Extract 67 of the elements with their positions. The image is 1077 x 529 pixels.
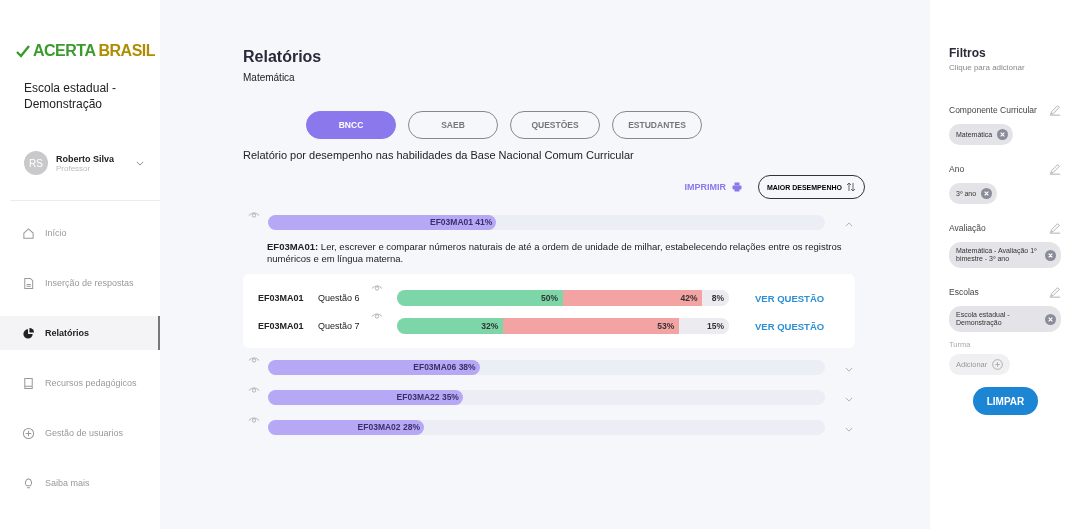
chevron-icon[interactable] (845, 222, 853, 227)
question-label: Questão 6 (318, 293, 361, 303)
filters-hint: Clique para adicionar (949, 63, 1026, 72)
sort-icon (846, 182, 856, 192)
question-label: Questão 7 (318, 321, 361, 331)
remove-icon[interactable] (997, 129, 1009, 140)
tab[interactable]: BNCC (306, 111, 396, 139)
chevron-icon[interactable] (845, 397, 853, 402)
filter-label: Componente Curricular (949, 105, 1037, 115)
edit-icon[interactable] (1049, 163, 1061, 175)
remove-icon[interactable] (1045, 313, 1056, 325)
skill-description: EF03MA01: Ler, escrever e comparar números naturais de até a ordem de unidade de milhar, estabelecendo relações entre os registros numéricos e em língua materna. (267, 241, 843, 265)
chevron-icon[interactable] (136, 160, 144, 166)
document-icon (22, 276, 35, 290)
page-subtitle: Matemática (243, 72, 295, 83)
result-segment: 50% (397, 290, 563, 306)
eye-icon[interactable] (248, 356, 260, 364)
filter-label: Avaliação (949, 223, 986, 233)
edit-icon[interactable] (1049, 222, 1061, 234)
nav-item[interactable]: Recursos pedagógicos (0, 366, 160, 400)
report-description: Relatório por desempenho nas habilidades da Base Nacional Comum Curricular (243, 149, 634, 161)
printer-icon (731, 182, 742, 192)
remove-icon[interactable] (1045, 249, 1056, 261)
eye-icon[interactable] (248, 211, 260, 219)
book-icon (22, 376, 35, 390)
edit-icon[interactable] (1049, 286, 1061, 298)
skill-bar[interactable]: EF03MA01 41% (268, 214, 497, 230)
nav-item[interactable]: Gestão de usuarios (0, 416, 160, 450)
home-icon (22, 226, 35, 240)
remove-icon[interactable] (981, 188, 993, 199)
page-title: Relatórios (243, 48, 323, 66)
nav-item[interactable]: Relatórios (0, 316, 160, 350)
result-segment: 53% (503, 318, 680, 334)
nav-item[interactable]: Início (0, 216, 160, 250)
filter-label: Escolas (949, 287, 979, 297)
pie-chart-icon (22, 326, 35, 340)
result-segment: 32% (397, 318, 504, 334)
filter-label: Ano (949, 164, 965, 174)
print-button[interactable]: IMPRIMIR (678, 181, 748, 193)
filters-title: Filtros (949, 46, 987, 60)
view-question-link[interactable]: VER QUESTÃO (755, 292, 825, 304)
logo-check-icon (16, 44, 30, 58)
question-code: EF03MA01 (258, 293, 305, 303)
nav-item[interactable]: Inserção de respostas (0, 266, 160, 300)
logo-text: ACERTA (33, 42, 96, 60)
view-question-link[interactable]: VER QUESTÃO (755, 320, 825, 332)
logo-text: BRASIL (98, 42, 156, 60)
edit-icon[interactable] (1049, 104, 1061, 116)
chevron-icon[interactable] (845, 367, 853, 372)
skill-bar[interactable]: EF03MA06 38% (268, 359, 480, 375)
skill-bar[interactable]: EF03MA02 28% (268, 419, 424, 435)
eye-icon[interactable] (371, 284, 383, 292)
nav-item[interactable]: Saiba mais (0, 466, 160, 500)
eye-icon[interactable] (248, 416, 260, 424)
question-code: EF03MA01 (258, 321, 305, 331)
chevron-icon[interactable] (845, 427, 853, 432)
add-user-icon (22, 426, 35, 440)
clear-button[interactable]: LIMPAR (973, 387, 1038, 415)
lightbulb-icon (22, 476, 35, 490)
school-name: Escola estadual - Demonstração (23, 80, 118, 112)
skill-bar[interactable]: EF03MA22 35% (268, 389, 463, 405)
user-name: Roberto Silva (56, 153, 115, 164)
user-role: Professor (56, 163, 92, 173)
eye-icon[interactable] (371, 312, 383, 320)
add-icon (992, 359, 1004, 370)
result-segment: 42% (563, 290, 703, 306)
eye-icon[interactable] (248, 386, 260, 394)
